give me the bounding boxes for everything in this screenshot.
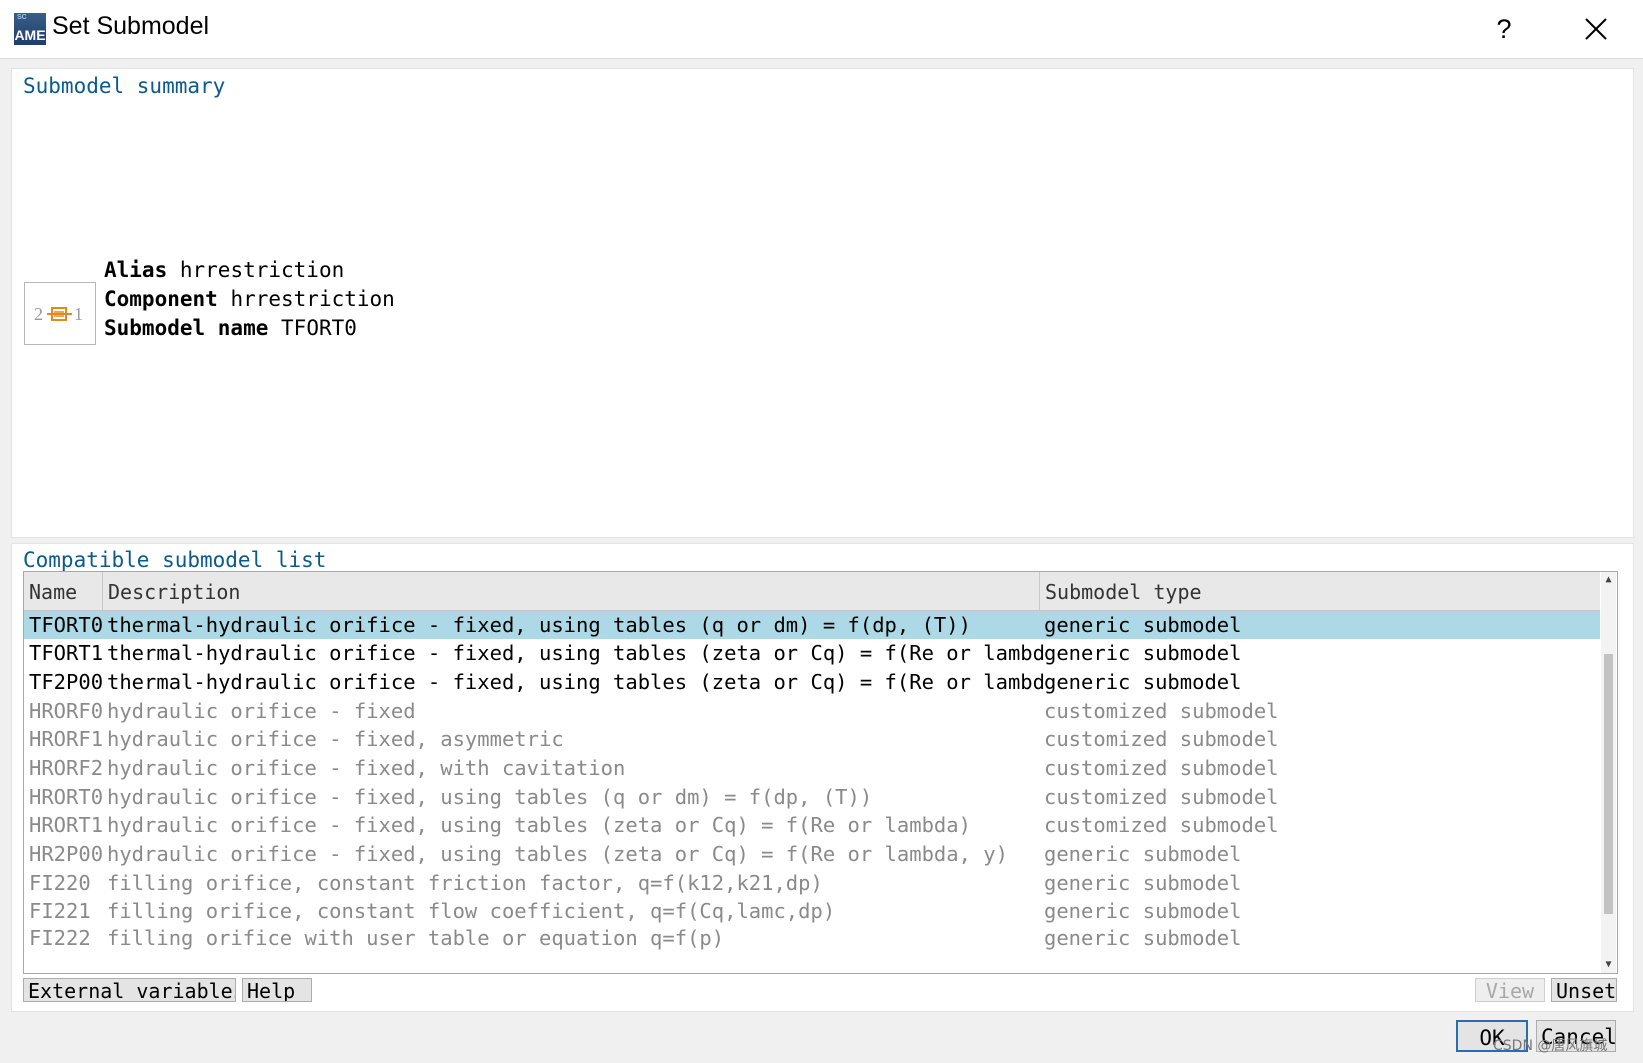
cell-description: filling orifice with user table or equat… bbox=[107, 926, 725, 950]
cell-description: hydraulic orifice - fixed, using tables … bbox=[107, 813, 971, 837]
title-bar: SC AME Set Submodel ? bbox=[0, 0, 1643, 59]
cell-description: hydraulic orifice - fixed, asymmetric bbox=[107, 727, 564, 751]
cell-description: hydraulic orifice - fixed bbox=[107, 699, 416, 723]
list-title: Compatible submodel list bbox=[23, 548, 327, 571]
cell-submodel-type: generic submodel bbox=[1044, 926, 1242, 950]
view-button[interactable]: View bbox=[1475, 978, 1545, 1002]
watermark: CSDN @唐风旗城 bbox=[1493, 1038, 1608, 1054]
cell-description: thermal-hydraulic orifice - fixed, using… bbox=[107, 641, 1047, 665]
cell-name: HRORT1 bbox=[29, 813, 104, 837]
component-label: Component bbox=[104, 287, 218, 311]
column-header-description[interactable]: Description bbox=[103, 572, 1040, 610]
cell-name: TF2P00 bbox=[29, 670, 104, 694]
table-row[interactable]: TFORT0 thermal-hydraulic orifice - fixed,… bbox=[24, 611, 1600, 639]
close-icon[interactable] bbox=[1574, 10, 1618, 48]
window-title: Set Submodel bbox=[52, 12, 210, 40]
alias-value: hrrestriction bbox=[179, 258, 345, 282]
submodel-name-label: Submodel name bbox=[104, 316, 269, 340]
table-row[interactable]: FI221 filling orifice, constant flow coef… bbox=[24, 897, 1600, 925]
scroll-down-icon[interactable]: ▼ bbox=[1601, 957, 1616, 973]
cell-description: hydraulic orifice - fixed, with cavitati… bbox=[107, 756, 626, 780]
cell-submodel-type: customized submodel bbox=[1044, 699, 1279, 723]
cell-submodel-type: customized submodel bbox=[1044, 727, 1279, 751]
cell-submodel-type: customized submodel bbox=[1044, 785, 1279, 809]
compatible-submodel-panel: Compatible submodel list Name Descriptio… bbox=[11, 543, 1634, 1012]
table-row[interactable]: TF2P00 thermal-hydraulic orifice - fixed,… bbox=[24, 668, 1600, 696]
submodel-name-value: TFORT0 bbox=[281, 316, 357, 340]
component-line: Component hrrestriction bbox=[104, 287, 395, 311]
app-icon-text: AME bbox=[14, 27, 46, 43]
cell-submodel-type: customized submodel bbox=[1044, 813, 1279, 837]
summary-title: Submodel summary bbox=[23, 74, 226, 98]
alias-label: Alias bbox=[104, 258, 168, 282]
cell-name: HRORT0 bbox=[29, 785, 104, 809]
cell-description: filling orifice, constant friction facto… bbox=[107, 871, 823, 895]
app-icon-superscript: SC bbox=[17, 14, 27, 21]
table-row[interactable]: HRORF0 hydraulic orifice - fixed customize… bbox=[24, 697, 1600, 725]
table-row[interactable]: FI222 filling orifice with user table or … bbox=[24, 924, 1600, 952]
table-row[interactable]: HRORF2 hydraulic orifice - fixed, with ca… bbox=[24, 754, 1600, 782]
cell-description: thermal-hydraulic orifice - fixed, using… bbox=[107, 670, 1047, 694]
cell-submodel-type: generic submodel bbox=[1044, 871, 1242, 895]
cell-submodel-type: generic submodel bbox=[1044, 670, 1242, 694]
cell-name: HR2P00 bbox=[29, 842, 104, 866]
submodel-name-line: Submodel name TFORT0 bbox=[104, 316, 357, 340]
cell-name: FI221 bbox=[29, 899, 91, 923]
table-body: TFORT0 thermal-hydraulic orifice - fixed,… bbox=[24, 611, 1600, 973]
unset-button[interactable]: Unset bbox=[1551, 978, 1617, 1002]
table-row[interactable]: HRORT0 hydraulic orifice - fixed, using t… bbox=[24, 783, 1600, 811]
table-row[interactable]: TFORT1 thermal-hydraulic orifice - fixed,… bbox=[24, 639, 1600, 667]
cell-name: HRORF1 bbox=[29, 727, 104, 751]
cell-description: hydraulic orifice - fixed, using tables … bbox=[107, 785, 873, 809]
help-button[interactable]: Help bbox=[242, 978, 312, 1002]
scrollbar-thumb[interactable] bbox=[1604, 654, 1613, 914]
vertical-scrollbar[interactable]: ▲ ▼ bbox=[1601, 572, 1616, 973]
cell-description: hydraulic orifice - fixed, using tables … bbox=[107, 842, 1008, 866]
component-value: hrrestriction bbox=[230, 287, 395, 311]
amesim-app-icon: SC AME bbox=[14, 13, 46, 45]
cell-submodel-type: generic submodel bbox=[1044, 641, 1242, 665]
cell-description: thermal-hydraulic orifice - fixed, using… bbox=[107, 613, 971, 637]
cell-submodel-type: generic submodel bbox=[1044, 842, 1242, 866]
scroll-up-icon[interactable]: ▲ bbox=[1601, 572, 1616, 588]
table-row[interactable]: HRORF1 hydraulic orifice - fixed, asymmet… bbox=[24, 725, 1600, 753]
cell-name: HRORF0 bbox=[29, 699, 104, 723]
port-1-label: 1 bbox=[74, 304, 83, 324]
help-icon[interactable]: ? bbox=[1484, 10, 1524, 48]
column-header-submodel-type[interactable]: Submodel type bbox=[1040, 572, 1600, 610]
cell-description: filling orifice, constant flow coefficie… bbox=[107, 899, 836, 923]
external-variables-button[interactable]: External variables bbox=[23, 978, 236, 1002]
alias-line: Alias hrrestriction bbox=[104, 258, 344, 282]
cell-name: TFORT1 bbox=[29, 641, 104, 665]
cell-submodel-type: generic submodel bbox=[1044, 899, 1242, 923]
port-2-label: 2 bbox=[34, 304, 43, 324]
cell-submodel-type: generic submodel bbox=[1044, 613, 1242, 637]
table-row[interactable]: HR2P00 hydraulic orifice - fixed, using t… bbox=[24, 840, 1600, 868]
column-header-name[interactable]: Name bbox=[24, 572, 103, 610]
submodel-table: Name Description Submodel type TFORT0 the… bbox=[23, 571, 1618, 974]
cell-submodel-type: customized submodel bbox=[1044, 756, 1279, 780]
table-header: Name Description Submodel type bbox=[24, 572, 1600, 611]
restriction-component-icon: 2 1 bbox=[24, 282, 96, 345]
table-row[interactable]: FI220 filling orifice, constant friction … bbox=[24, 869, 1600, 897]
cell-name: TFORT0 bbox=[29, 613, 104, 637]
cell-name: FI220 bbox=[29, 871, 91, 895]
submodel-summary-panel: Submodel summary 2 1 Alias hrrestriction… bbox=[11, 68, 1634, 538]
cell-name: HRORF2 bbox=[29, 756, 104, 780]
cell-name: FI222 bbox=[29, 926, 91, 950]
table-row[interactable]: HRORT1 hydraulic orifice - fixed, using t… bbox=[24, 811, 1600, 839]
